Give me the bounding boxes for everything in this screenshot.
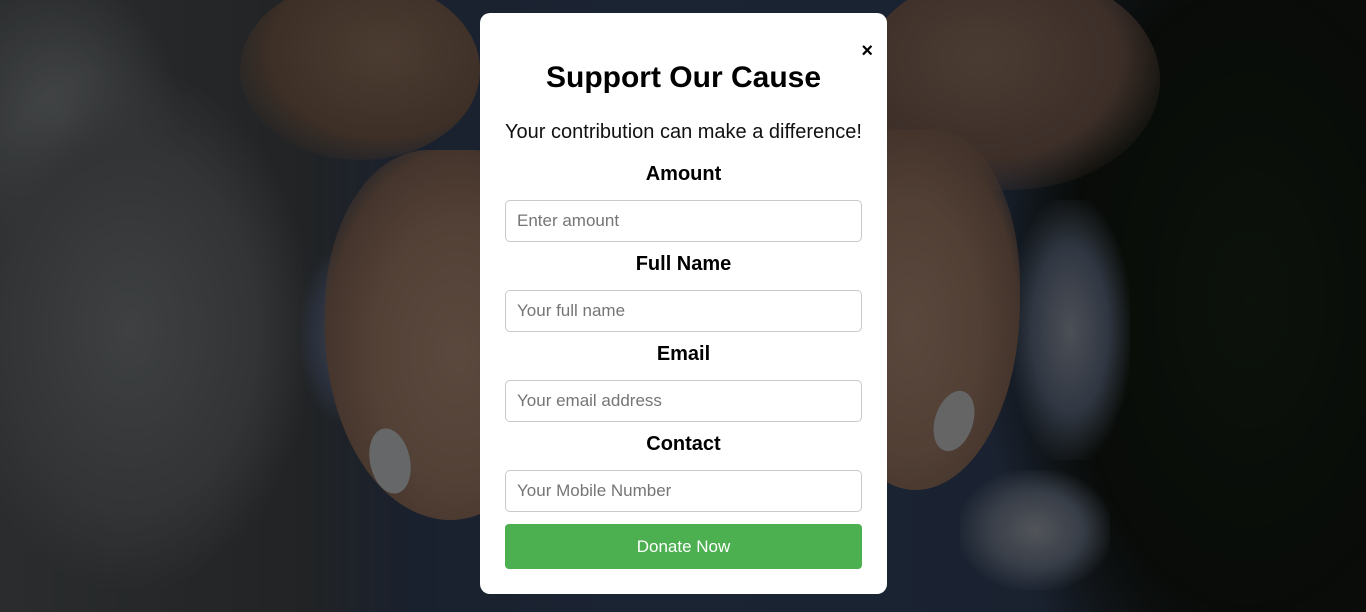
full-name-input[interactable] (505, 290, 862, 332)
donation-modal: × Support Our Cause Your contribution ca… (480, 13, 887, 594)
full-name-label: Full Name (635, 253, 732, 275)
email-input[interactable] (505, 380, 862, 422)
close-icon[interactable]: × (861, 41, 873, 61)
email-label: Email (656, 343, 711, 365)
contact-label: Contact (646, 433, 721, 455)
amount-input[interactable] (505, 200, 862, 242)
modal-title: Support Our Cause (545, 61, 822, 94)
modal-subtitle: Your contribution can make a difference! (505, 121, 862, 143)
donate-now-button[interactable]: Donate Now (505, 524, 862, 569)
contact-input[interactable] (505, 470, 862, 512)
amount-label: Amount (645, 163, 722, 185)
